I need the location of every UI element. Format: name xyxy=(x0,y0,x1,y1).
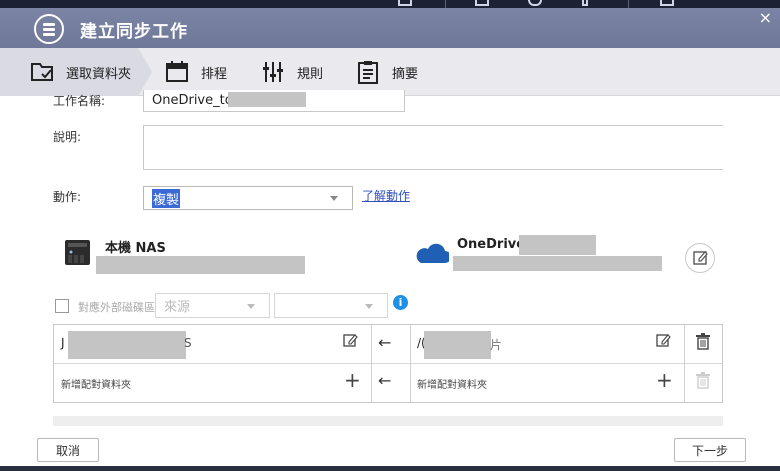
wizard-steps: 選取資料夾 排程 規則 摘要 xyxy=(0,48,780,96)
redacted-block xyxy=(68,331,186,359)
background-toolbar xyxy=(0,0,780,8)
action-label: 動作: xyxy=(53,190,82,204)
notification-icon xyxy=(528,0,542,6)
step-arrow xyxy=(138,48,152,96)
delete-pair-icon-disabled xyxy=(695,372,711,389)
redacted-block xyxy=(96,256,305,274)
redacted-block xyxy=(424,331,491,359)
onedrive-icon xyxy=(413,243,451,265)
source-select[interactable]: 來源 xyxy=(155,293,270,318)
tasks-icon xyxy=(475,0,489,6)
toolbar-divider xyxy=(628,0,629,8)
step-label: 排程 xyxy=(201,66,228,82)
search-icon xyxy=(398,0,412,6)
edit-local-folder-icon[interactable] xyxy=(343,333,358,348)
action-select[interactable]: 複製 xyxy=(143,186,353,210)
job-name-label: 工作名稱: xyxy=(53,94,106,108)
bottom-edge xyxy=(0,466,780,471)
external-volume-checkbox[interactable] xyxy=(55,299,69,313)
folder-select-icon xyxy=(30,60,54,84)
delete-pair-icon[interactable] xyxy=(695,333,711,350)
step-schedule[interactable]: 排程 xyxy=(165,48,227,96)
nas-icon xyxy=(64,239,91,266)
external-volume-label: 對應外部磁碟區 xyxy=(78,301,155,314)
close-icon[interactable]: × xyxy=(759,8,772,27)
calendar-icon xyxy=(165,60,189,84)
info-icon[interactable]: i xyxy=(393,295,408,310)
add-local-pair-text: 新增配對資料夾 xyxy=(61,380,131,391)
description-label: 說明: xyxy=(53,130,82,144)
toolbar-divider xyxy=(445,0,446,8)
cancel-button[interactable]: 取消 xyxy=(37,438,99,462)
redacted-block xyxy=(228,92,306,107)
step-rules[interactable]: 規則 xyxy=(261,48,323,96)
step-label: 規則 xyxy=(297,66,324,82)
step-summary[interactable]: 摘要 xyxy=(356,48,418,96)
add-local-pair-button[interactable]: + xyxy=(344,370,361,390)
source-placeholder: 來源 xyxy=(164,300,191,315)
sync-direction-arrow: ← xyxy=(378,333,392,352)
step-label: 摘要 xyxy=(392,66,419,82)
clipboard-icon xyxy=(356,60,380,84)
target-select[interactable] xyxy=(274,293,388,318)
remote-folder-tail: 片 xyxy=(490,338,503,352)
next-button[interactable]: 下一步 xyxy=(674,438,746,462)
edit-connection-icon[interactable] xyxy=(685,243,715,273)
local-folder-tail: S xyxy=(184,336,192,350)
chevron-down-icon xyxy=(365,303,373,309)
sliders-icon xyxy=(261,60,285,84)
dialog-title: 建立同步工作 xyxy=(80,22,188,42)
action-help-link[interactable]: 了解動作 xyxy=(362,187,410,204)
sync-direction-arrow: ← xyxy=(378,371,392,390)
description-textarea[interactable] xyxy=(143,125,723,170)
edit-remote-folder-icon[interactable] xyxy=(656,333,671,348)
action-selected-value: 複製 xyxy=(152,188,181,208)
dialog-header: 建立同步工作 × xyxy=(0,8,780,48)
scroll-hint-strip xyxy=(53,416,723,426)
local-folder-path: J xyxy=(61,336,65,350)
chevron-down-icon xyxy=(247,303,255,309)
chevron-down-icon xyxy=(330,196,338,201)
remote-title: OneDrive xyxy=(457,237,526,252)
sync-logo-icon xyxy=(34,14,64,44)
redacted-block xyxy=(453,256,662,271)
redacted-block xyxy=(519,235,596,255)
job-name-value: OneDrive_to_ xyxy=(152,93,240,108)
add-remote-pair-button[interactable]: + xyxy=(656,370,673,390)
step-label: 選取資料夾 xyxy=(66,66,132,82)
add-remote-pair-text: 新增配對資料夾 xyxy=(417,380,487,391)
user-icon xyxy=(582,0,588,6)
step-select-folder[interactable]: 選取資料夾 xyxy=(0,48,138,96)
local-nas-title: 本機 NAS xyxy=(105,241,166,256)
more-icon xyxy=(660,0,674,6)
